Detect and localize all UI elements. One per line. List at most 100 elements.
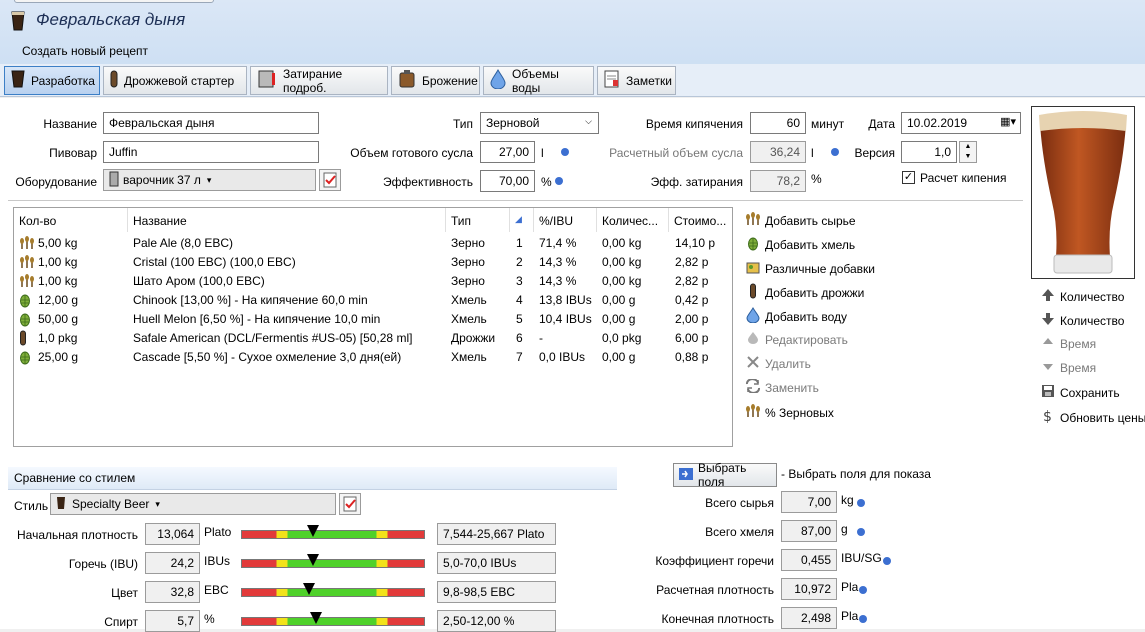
calc-volume-label: Расчетный объем сусла (609, 146, 743, 160)
table-row[interactable]: 25,00 g Cascade [5,50 %] - Сухое охмелени… (14, 348, 732, 367)
info-dot-icon[interactable] (561, 148, 569, 156)
cell-n: 2 (516, 255, 523, 269)
action-button[interactable]: Заменить (745, 378, 819, 396)
side-action-button[interactable]: Время (1040, 360, 1096, 375)
style-param-label: Спирт (104, 615, 138, 629)
name-input[interactable]: Февральская дыня (103, 112, 319, 134)
version-input[interactable]: 1,0 (901, 141, 957, 163)
date-value: 10.02.2019 (907, 116, 968, 130)
style-value-marker (303, 583, 316, 595)
boil-time-input[interactable]: 60 (750, 112, 806, 134)
brewer-input[interactable]: Juffin (103, 141, 319, 163)
info-dot-icon[interactable] (859, 586, 867, 594)
dollar-icon: $ (1040, 408, 1056, 427)
svg-text:$: $ (1043, 409, 1052, 424)
arrow-down-small-icon (1040, 360, 1056, 375)
cell-inv: 0,00 g (602, 350, 636, 364)
tab-label: Объемы воды (512, 66, 559, 95)
cell-n: 6 (516, 331, 523, 345)
window-tab[interactable] (14, 0, 214, 3)
tab-yeast-starter[interactable]: Дрожжевой стартер (103, 66, 247, 95)
table-row[interactable]: 1,00 kg Cristal (100 EBC) (100,0 EBC) Зерн… (14, 253, 732, 272)
cell-cost: 14,10 р (675, 236, 716, 250)
grain-icon (745, 403, 761, 422)
side-action-button[interactable]: Количество (1040, 288, 1124, 305)
info-dot-icon[interactable] (831, 148, 839, 156)
col-inventory[interactable]: Количес... (597, 208, 669, 232)
side-action-button[interactable]: Время (1040, 336, 1096, 351)
version-spinner[interactable]: ▲ ▼ (959, 141, 977, 163)
col-order-sort-icon[interactable]: ◢ (510, 208, 534, 232)
grain-icon (19, 254, 39, 273)
type-label: Тип (452, 117, 473, 131)
cell-n: 1 (516, 236, 523, 250)
table-row[interactable]: 1,0 pkg Safale American (DCL/Fermentis #U… (14, 329, 732, 348)
tab-design[interactable]: Разработка (4, 66, 100, 95)
style-range-bar (241, 588, 425, 597)
cell-type: Зерно (451, 255, 485, 269)
side-action-label: Сохранить (1060, 385, 1120, 400)
action-button[interactable]: Удалить (745, 355, 811, 372)
info-dot-icon[interactable] (859, 615, 867, 623)
water-drop-icon (745, 307, 761, 326)
side-action-button[interactable]: Сохранить (1040, 384, 1120, 401)
style-param-unit: % (204, 612, 215, 626)
boil-time-unit: минут (811, 117, 845, 131)
style-select[interactable]: Specialty Beer ▾ (50, 493, 336, 515)
style-range-bar (241, 559, 425, 568)
col-percent-ibu[interactable]: %/IBU (534, 208, 597, 232)
action-button[interactable]: Добавить дрожжи (745, 283, 864, 302)
cell-pct: 13,8 IBUs (539, 293, 592, 307)
field-label: Коэффициент горечи (655, 554, 774, 568)
col-name[interactable]: Название (128, 208, 446, 232)
info-dot-icon[interactable] (857, 528, 865, 536)
cell-type: Хмель (451, 350, 487, 364)
style-value-marker (306, 525, 319, 537)
cell-pct: 14,3 % (539, 274, 577, 288)
col-cost[interactable]: Стоимо... (669, 208, 732, 232)
yeast-icon (19, 330, 39, 349)
style-range-bar (241, 530, 425, 539)
action-button[interactable]: Добавить хмель (745, 235, 855, 254)
table-row[interactable]: 12,00 g Chinook [13,00 %] - На кипячение … (14, 291, 732, 310)
fermenter-icon (398, 70, 416, 91)
calendar-icon[interactable]: ▦▾ (1000, 115, 1016, 128)
cell-amount: 5,00 kg (38, 236, 78, 250)
info-dot-icon[interactable] (555, 177, 563, 185)
edit-equipment-button[interactable] (319, 169, 341, 191)
side-action-button[interactable]: Количество (1040, 312, 1124, 329)
action-button[interactable]: Добавить воду (745, 307, 847, 326)
table-row[interactable]: 5,00 kg Pale Ale (8,0 EBC) Зерно 1 71,4 % 0,0… (14, 234, 732, 253)
action-button[interactable]: % Зерновых (745, 403, 834, 422)
col-type[interactable]: Тип (446, 208, 510, 232)
col-amount[interactable]: Кол-во (14, 208, 128, 232)
boil-time-label: Время кипячения (645, 117, 743, 131)
style-param-value: 32,8 (145, 581, 200, 603)
efficiency-input[interactable]: 70,00 (480, 170, 535, 192)
tab-water-volumes[interactable]: Объемы воды (483, 66, 594, 95)
select-fields-button[interactable]: Выбрать поля (673, 461, 777, 489)
equipment-select[interactable]: варочник 37 л ▾ (103, 169, 316, 191)
tab-notes[interactable]: Заметки (597, 66, 676, 95)
grain-icon (745, 211, 761, 230)
tab-fermentation[interactable]: Брожение (391, 66, 480, 95)
style-param-value: 13,064 (145, 523, 200, 545)
table-row[interactable]: 1,00 kg Шато Аром (100,0 EBC) Зерно 3 14,3 %… (14, 272, 732, 291)
date-picker[interactable]: 10.02.2019 ▦▾ (901, 112, 1021, 134)
hop-icon (19, 311, 39, 330)
action-button[interactable]: Добавить сырье (745, 211, 856, 230)
info-dot-icon[interactable] (857, 499, 865, 507)
action-button[interactable]: Редактировать (745, 331, 848, 348)
table-row[interactable]: 50,00 g Huell Melon [6,50 %] - На кипячен… (14, 310, 732, 329)
batch-volume-input[interactable]: 27,00 (480, 141, 535, 163)
type-select[interactable]: Зерновой ⌵ (480, 112, 599, 134)
info-dot-icon[interactable] (883, 557, 891, 565)
tab-mash-detail[interactable]: Затирание подроб. (250, 66, 388, 95)
edit-style-button[interactable] (339, 493, 361, 515)
calc-boil-checkbox[interactable]: ✓ (902, 171, 915, 184)
new-recipe-link[interactable]: Создать новый рецепт (22, 44, 148, 58)
action-button[interactable]: Различные добавки (745, 259, 875, 278)
style-param-unit: EBC (204, 583, 229, 597)
side-action-button[interactable]: $ Обновить цены (1040, 408, 1145, 427)
version-label: Версия (854, 146, 895, 160)
